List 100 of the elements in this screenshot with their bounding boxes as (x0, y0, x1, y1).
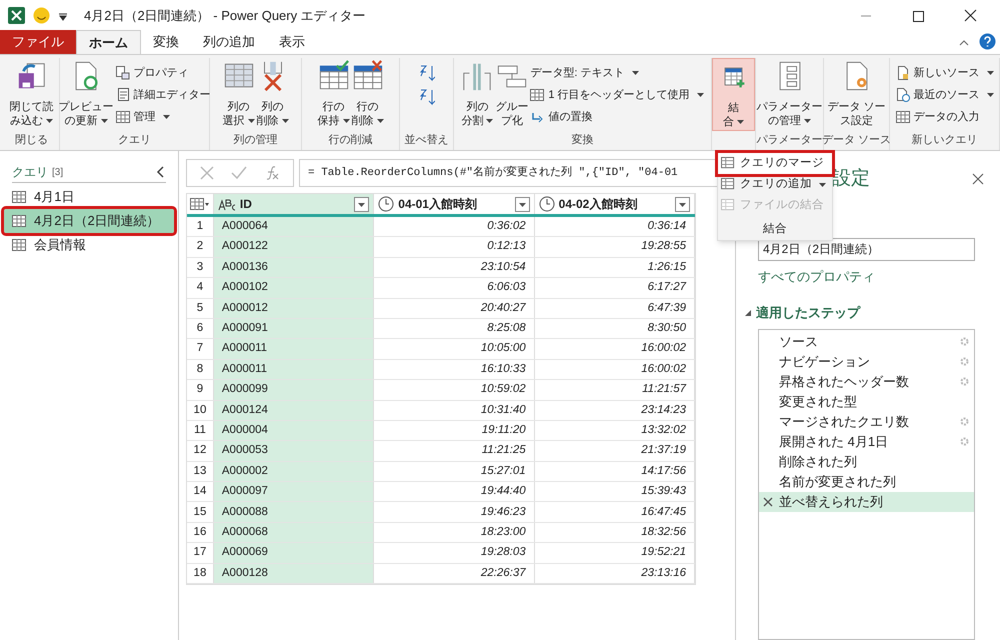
ribbon-button[interactable]: プロパティ (116, 63, 210, 83)
query-item[interactable]: 会員情報 (4, 233, 174, 257)
step-item[interactable]: ナビゲーション (759, 352, 974, 372)
check-icon[interactable] (230, 166, 247, 180)
ribbon-button[interactable]: 新しいソース (896, 63, 994, 83)
table-cell: A000004 (214, 420, 374, 440)
ribbon-button[interactable]: 行の 削除 (352, 60, 384, 128)
table-icon (116, 111, 130, 123)
ribbon-button[interactable]: 詳細エディター (116, 85, 210, 105)
group-label: 列の管理 (234, 133, 278, 148)
step-label: ソース (779, 332, 819, 351)
column-name: 04-02入館時刻 (558, 196, 638, 213)
step-item[interactable]: 削除された列 (759, 452, 974, 472)
table-cell: A000088 (214, 502, 374, 522)
table-cell: 19:28:55 (534, 237, 696, 257)
group-label: クエリ (118, 133, 151, 148)
expand-icon[interactable] (744, 308, 752, 317)
group-label: 新しいクエリ (912, 132, 978, 148)
table-cell: 21:37:19 (534, 441, 696, 461)
step-item[interactable]: 並べ替えられた列 (759, 492, 974, 512)
help-icon[interactable] (979, 33, 996, 50)
ribbon-tab[interactable]: 表示 (267, 30, 317, 54)
ribbon-tab[interactable]: 変換 (141, 30, 191, 54)
ribbon-tab[interactable]: ファイル (0, 30, 76, 54)
table-menu-icon[interactable] (190, 198, 210, 210)
query-item[interactable]: 4月2日（2日間連続） (4, 209, 174, 233)
caret-icon (986, 93, 994, 97)
ribbon-tab[interactable]: 列の追加 (191, 30, 267, 54)
replace-icon (530, 110, 544, 124)
step-item[interactable]: 昇格されたヘッダー数 (759, 372, 974, 392)
caret-icon (486, 119, 494, 124)
ribbon-tab[interactable]: ホーム (76, 30, 141, 54)
section-title: 適用したステップ (756, 304, 860, 322)
ribbon-button[interactable]: 結 合 (718, 61, 750, 129)
column-header[interactable]: ID (214, 194, 374, 214)
sort-ascending-icon[interactable] (418, 64, 434, 84)
ribbon-button[interactable]: 行の 保持 (318, 60, 350, 128)
ribbon-button[interactable]: 閉じて読 み込む (10, 60, 54, 128)
table-cell: A000011 (214, 339, 374, 359)
ribbon-button[interactable]: データ ソー ス設定 (827, 60, 886, 128)
smiley-icon[interactable] (33, 7, 50, 24)
step-item[interactable]: 展開された 4月1日 (759, 432, 974, 452)
column-header[interactable]: 04-02入館時刻 (534, 194, 696, 214)
step-item[interactable]: マージされたクエリ数 (759, 412, 974, 432)
group-label: 閉じる (15, 133, 48, 148)
ribbon-button[interactable]: データ型: テキスト (530, 63, 704, 83)
table-cell: A000069 (214, 543, 374, 563)
function-icon[interactable] (264, 165, 280, 181)
ribbon-button[interactable]: 列の 削除 (256, 60, 288, 128)
table-cell: 0:36:14 (534, 217, 696, 236)
filter-dropdown-icon[interactable] (675, 196, 690, 212)
ribbon-button[interactable]: 値の置換 (530, 107, 704, 127)
menu-item[interactable]: クエリのマージ (718, 153, 832, 174)
clock-icon (378, 196, 394, 212)
step-item[interactable]: ソース (759, 332, 974, 352)
table-cell: 19:46:23 (374, 502, 535, 522)
table-cell: 11:21:25 (374, 441, 535, 461)
group-label: データ ソース (822, 133, 892, 148)
ribbon-button[interactable]: プレビュー の更新 (58, 60, 114, 128)
table-cell: A000012 (214, 298, 374, 318)
query-count: [3] (52, 166, 64, 180)
table-cell: A000136 (214, 258, 374, 278)
filter-dropdown-icon[interactable] (354, 196, 370, 212)
table-cell: 6:47:39 (534, 298, 696, 318)
table-cell: A000102 (214, 278, 374, 298)
ribbon-button[interactable]: 最近のソース (896, 85, 994, 105)
table-cell: 18:23:00 (374, 522, 535, 542)
caret-icon (737, 120, 744, 124)
table-cell: 20:40:27 (374, 298, 535, 318)
table-cell: A000124 (214, 400, 374, 420)
step-item[interactable]: 変更された型 (759, 392, 974, 412)
close-icon[interactable] (972, 173, 984, 186)
table-cell: 15:39:43 (534, 482, 696, 502)
properties-icon (116, 66, 130, 80)
ribbon-button[interactable]: データの入力 (896, 107, 994, 127)
group-label: 行の削減 (328, 133, 372, 148)
ribbon-button[interactable]: グルー プ化 (495, 60, 528, 128)
ribbon-button[interactable]: パラメーター の管理 (756, 60, 822, 128)
ribbon-button[interactable]: 1 行目をヘッダーとして使用 (530, 85, 704, 105)
collapse-pane-icon[interactable] (156, 166, 166, 178)
table-cell: A000053 (214, 441, 374, 461)
step-label: 展開された 4月1日 (779, 432, 890, 451)
table-cell: 10:05:00 (374, 339, 535, 359)
all-properties-link[interactable]: すべてのプロパティ (758, 266, 984, 286)
ribbon-button[interactable]: 列の 選択 (222, 60, 254, 128)
caret-icon (342, 119, 350, 124)
delete-rows-icon (352, 60, 384, 92)
caret-icon (696, 93, 704, 97)
ribbon-button[interactable]: 列の 分割 (461, 60, 494, 128)
ribbon-button[interactable]: 管理 (116, 107, 210, 127)
filter-dropdown-icon[interactable] (514, 196, 530, 212)
table-icon (721, 178, 736, 191)
step-item[interactable]: 名前が変更された列 (759, 472, 974, 492)
table-cell: 23:10:54 (374, 258, 535, 278)
customize-toolbar-icon[interactable] (58, 10, 68, 20)
sort-descending-icon[interactable] (418, 88, 434, 108)
group-label: 変換 (572, 132, 594, 148)
delete-step-icon[interactable] (763, 496, 773, 506)
step-label: 昇格されたヘッダー数 (779, 372, 910, 391)
step-label: 削除された列 (779, 452, 858, 471)
